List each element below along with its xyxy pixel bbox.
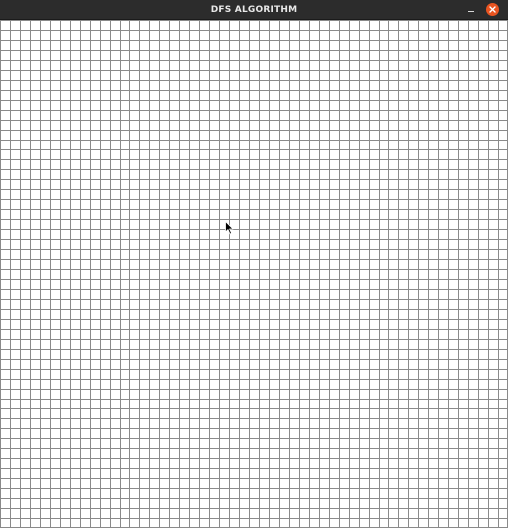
- minimize-icon: [468, 10, 474, 12]
- close-icon: [489, 6, 496, 13]
- title-bar[interactable]: DFS ALGORITHM: [0, 0, 508, 20]
- minimize-button[interactable]: [464, 4, 478, 16]
- app-window: DFS ALGORITHM: [0, 0, 508, 528]
- window-title: DFS ALGORITHM: [210, 4, 298, 15]
- grid-canvas[interactable]: [0, 20, 508, 528]
- close-button[interactable]: [486, 3, 499, 16]
